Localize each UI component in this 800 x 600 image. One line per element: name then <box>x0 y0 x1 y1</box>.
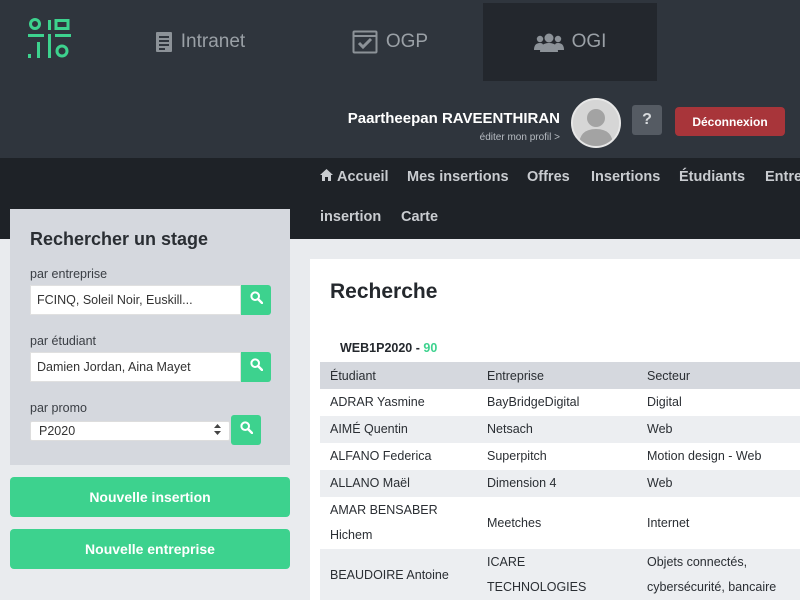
table-header-row: Étudiant Entreprise Secteur <box>320 362 800 389</box>
app-tab-label: Intranet <box>180 31 246 52</box>
nav-item-insertions[interactable]: Insertions <box>591 169 660 185</box>
logo-icon[interactable] <box>28 18 72 60</box>
cell-company: Dimension 4 <box>477 470 637 497</box>
nav-item-mes-insertions[interactable]: Mes insertions <box>407 169 509 185</box>
cell-sector: Web <box>637 416 800 443</box>
table-row[interactable]: AIMÉ Quentin Netsach Web <box>320 416 800 443</box>
table-row[interactable]: ALLANO Maël Dimension 4 Web <box>320 470 800 497</box>
nav-item-etudiants[interactable]: Étudiants <box>679 169 745 185</box>
promo-count: 90 <box>423 341 438 355</box>
promo-separator: - <box>412 341 424 355</box>
new-company-button[interactable]: Nouvelle entreprise <box>10 529 290 569</box>
cell-company: BayBridgeDigital <box>487 395 580 409</box>
column-header-student[interactable]: Étudiant <box>320 362 477 389</box>
nav-item-label: Accueil <box>337 169 389 185</box>
company-field-label: par entreprise <box>30 267 108 281</box>
checkbox-window-icon <box>352 30 378 54</box>
app-tab-ogp[interactable]: OGP <box>320 3 460 81</box>
cell-student: BEAUDOIRE Antoine <box>320 549 477 600</box>
nav-item-entreprises[interactable]: Entre <box>765 169 800 185</box>
promo-field-label: par promo <box>30 401 87 415</box>
new-insertion-button[interactable]: Nouvelle insertion <box>10 477 290 517</box>
users-icon <box>533 32 564 52</box>
company-search-button[interactable] <box>241 285 271 315</box>
app-tab-label: OGI <box>571 31 607 52</box>
cell-sector: Motion design - Web <box>647 449 762 463</box>
user-name[interactable]: Paartheepan RAVEENTHIRAN <box>348 110 560 127</box>
student-field-label: par étudiant <box>30 334 97 348</box>
app-tab-intranet[interactable]: Intranet <box>136 3 264 81</box>
cell-sector: Web <box>637 470 800 497</box>
home-icon <box>320 169 333 185</box>
search-panel: Rechercher un stage par entreprise FCINQ… <box>10 209 290 465</box>
avatar[interactable] <box>571 98 621 148</box>
edit-profile-link[interactable]: éditer mon profil > <box>480 132 560 143</box>
cell-student: ALLANO Maël <box>320 470 477 497</box>
promo-select-value: P2020 <box>39 424 76 438</box>
table-row[interactable]: ALFANO Federica Superpitch Motion design… <box>320 443 800 470</box>
column-header-sector[interactable]: Secteur <box>637 362 800 389</box>
top-bar: Intranet OGP OGI Paartheepan RAVEENTHIRA… <box>0 0 800 158</box>
app-tab-label: OGP <box>385 31 429 52</box>
app-tab-ogi[interactable]: OGI <box>483 3 657 81</box>
cell-company: Netsach <box>477 416 637 443</box>
cell-student: AMAR BENSABER Hichem <box>330 503 438 542</box>
results-table: Étudiant Entreprise Secteur ADRAR Yasmin… <box>320 362 800 600</box>
nav-item-carte[interactable]: Carte <box>401 209 438 225</box>
cell-student: ALFANO Federica <box>330 449 432 463</box>
cell-sector: Digital <box>647 395 682 409</box>
cell-company: Meetches <box>487 515 542 530</box>
cell-company: Superpitch <box>487 449 547 463</box>
promo-header: WEB1P2020 - 90 <box>340 341 437 355</box>
cell-sector: Objets connectés, cybersécurité, bancair… <box>637 549 800 600</box>
company-search-input[interactable]: FCINQ, Soleil Noir, Euskill... <box>30 285 241 315</box>
logout-button[interactable]: Déconnexion <box>675 107 785 136</box>
results-panel: Recherche WEB1P2020 - 90 Étudiant Entrep… <box>310 259 800 600</box>
select-arrows-icon <box>214 424 221 438</box>
cell-sector: Internet <box>647 515 690 530</box>
cell-company: ICARE TECHNOLOGIES <box>477 549 637 600</box>
nav-item-offres[interactable]: Offres <box>527 169 570 185</box>
promo-name: WEB1P2020 <box>340 341 413 355</box>
document-icon <box>155 31 173 53</box>
help-button[interactable]: ? <box>632 105 662 135</box>
search-icon <box>249 291 263 309</box>
cell-student: ADRAR Yasmine <box>330 395 425 409</box>
table-row[interactable]: ADRAR Yasmine BayBridgeDigital Digital <box>320 389 800 416</box>
student-search-button[interactable] <box>241 352 271 382</box>
student-search-input[interactable]: Damien Jordan, Aina Mayet <box>30 352 241 382</box>
promo-search-button[interactable] <box>231 415 261 445</box>
page-title: Recherche <box>330 280 438 303</box>
nav-item-nouvelle-insertion[interactable]: insertion <box>320 209 381 225</box>
search-title: Rechercher un stage <box>30 229 209 249</box>
column-header-company[interactable]: Entreprise <box>477 362 637 389</box>
search-icon <box>249 358 263 376</box>
search-icon <box>239 421 253 439</box>
promo-select[interactable]: P2020 <box>30 421 230 441</box>
table-row[interactable]: BEAUDOIRE Antoine ICARE TECHNOLOGIES Obj… <box>320 549 800 600</box>
nav-item-accueil[interactable]: Accueil <box>320 169 389 185</box>
table-row[interactable]: AMAR BENSABER Hichem Meetches Internet <box>320 497 800 549</box>
cell-student: AIMÉ Quentin <box>320 416 477 443</box>
